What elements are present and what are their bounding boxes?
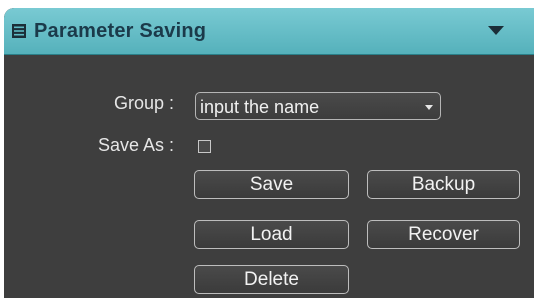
delete-button[interactable]: Delete	[194, 265, 349, 294]
group-label: Group :	[113, 93, 174, 113]
panel-title: Parameter Saving	[34, 20, 207, 42]
group-select-value: input the name	[200, 97, 320, 117]
panel-header[interactable]: Parameter Saving	[4, 8, 534, 55]
chevron-down-icon[interactable]	[488, 26, 504, 35]
save-as-checkbox[interactable]	[198, 140, 211, 153]
dropdown-arrow-icon	[425, 105, 433, 110]
backup-button[interactable]: Backup	[367, 170, 520, 199]
parameter-saving-panel: Parameter Saving Group : input the name …	[4, 8, 534, 298]
list-icon	[12, 24, 26, 38]
group-select[interactable]: input the name	[195, 92, 441, 120]
save-as-label: Save As :	[97, 135, 174, 155]
recover-button[interactable]: Recover	[367, 220, 520, 249]
load-button[interactable]: Load	[194, 220, 349, 249]
save-button[interactable]: Save	[194, 170, 349, 199]
